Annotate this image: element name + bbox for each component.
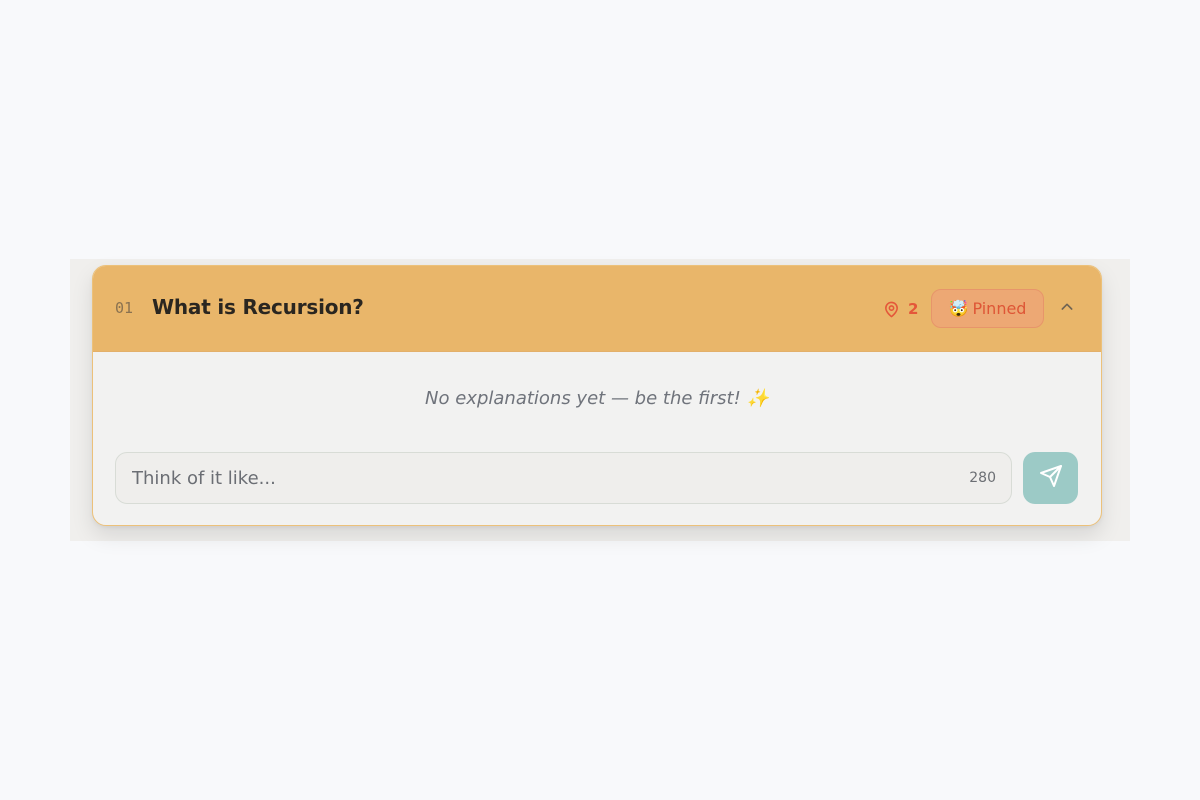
page-stage: 01 What is Recursion? 2 🤯 Pinned No expl… bbox=[70, 259, 1130, 541]
pinned-label: Pinned bbox=[972, 299, 1027, 318]
question-title: What is Recursion? bbox=[152, 295, 364, 319]
question-number: 01 bbox=[115, 299, 134, 317]
char-count: 280 bbox=[969, 470, 996, 486]
pinned-button[interactable]: 🤯 Pinned bbox=[931, 289, 1044, 328]
pin-count-value: 2 bbox=[908, 300, 919, 318]
explanation-input[interactable] bbox=[116, 453, 946, 503]
mind-blown-emoji-icon: 🤯 bbox=[948, 299, 969, 318]
chevron-up-icon bbox=[1059, 299, 1075, 319]
question-card: 01 What is Recursion? 2 🤯 Pinned No expl… bbox=[92, 265, 1102, 526]
question-header[interactable]: 01 What is Recursion? 2 🤯 Pinned bbox=[93, 266, 1101, 352]
collapse-button[interactable] bbox=[1055, 297, 1079, 321]
explanation-input-wrapper: 280 bbox=[115, 452, 1012, 504]
empty-state-message: No explanations yet — be the first! ✨ bbox=[425, 388, 769, 409]
send-button[interactable] bbox=[1023, 452, 1078, 504]
map-pin-icon bbox=[883, 300, 900, 319]
pin-count: 2 bbox=[883, 298, 918, 320]
send-icon bbox=[1039, 464, 1063, 492]
